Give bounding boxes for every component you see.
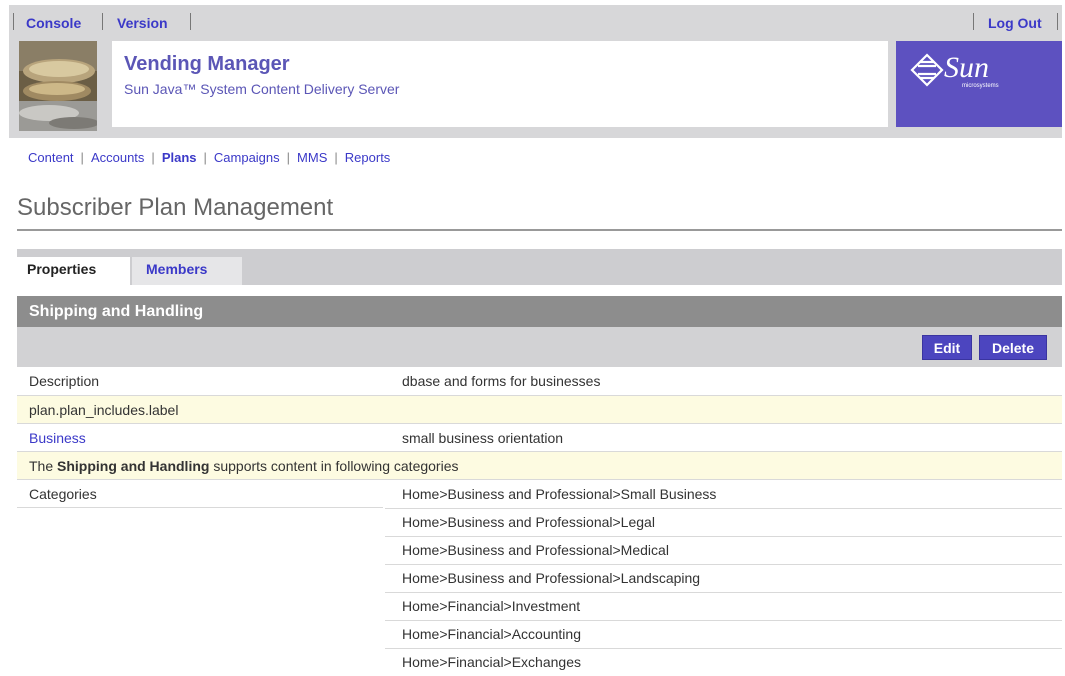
delete-button[interactable]: Delete <box>979 335 1047 360</box>
nav-campaigns[interactable]: Campaigns <box>214 150 280 165</box>
divider <box>190 13 191 30</box>
category-item: Home>Business and Professional>Small Bus… <box>402 486 717 502</box>
category-item: Home>Financial>Exchanges <box>402 654 581 670</box>
page-title: Subscriber Plan Management <box>17 194 334 221</box>
description-label: Description <box>29 373 100 389</box>
description-value: dbase and forms for businesses <box>402 373 601 389</box>
supports-row: The Shipping and Handling supports conte… <box>17 452 1062 480</box>
categories-label: Categories <box>29 486 97 502</box>
top-banner: Console Version Log Out Vending Manager … <box>9 5 1062 138</box>
categories-row: Categories <box>17 480 383 508</box>
category-item: Home>Financial>Accounting <box>402 626 581 642</box>
sun-wordmark: Sun <box>944 51 989 84</box>
edit-button[interactable]: Edit <box>922 335 972 360</box>
app-title: Vending Manager <box>124 53 290 75</box>
sun-subtext: microsystems <box>962 83 999 89</box>
section-toolbar: Edit Delete <box>17 327 1062 367</box>
divider <box>17 507 383 508</box>
nav-accounts[interactable]: Accounts <box>91 150 144 165</box>
tab-members[interactable]: Members <box>132 257 242 285</box>
sun-logo: Sun microsystems <box>896 41 1062 127</box>
category-item: Home>Business and Professional>Landscapi… <box>402 570 701 586</box>
divider <box>13 13 14 30</box>
divider <box>973 13 974 30</box>
nav-reports[interactable]: Reports <box>345 150 391 165</box>
category-item: Home>Business and Professional>Medical <box>402 542 669 558</box>
sun-diamond-icon <box>910 53 944 87</box>
supports-suffix: supports content in following categories <box>213 458 459 474</box>
tab-bar: Properties Members <box>17 249 1062 285</box>
coins-banner-image <box>19 41 97 131</box>
app-subtitle: Sun Java™ System Content Delivery Server <box>124 81 400 97</box>
business-link[interactable]: Business <box>29 424 86 452</box>
category-item: Home>Business and Professional>Legal <box>402 514 655 530</box>
divider <box>1057 13 1058 30</box>
nav-mms[interactable]: MMS <box>297 150 327 165</box>
masthead: Vending Manager Sun Java™ System Content… <box>112 41 888 127</box>
console-link[interactable]: Console <box>26 15 81 31</box>
logout-link[interactable]: Log Out <box>988 15 1042 31</box>
supports-plan-name: Shipping and Handling <box>57 458 210 474</box>
category-item: Home>Financial>Investment <box>402 598 581 614</box>
nav-content[interactable]: Content <box>28 150 74 165</box>
divider <box>102 13 103 30</box>
top-links: Console Version Log Out <box>9 5 1062 41</box>
nav-plans[interactable]: Plans <box>162 150 197 165</box>
main-nav: Content | Accounts | Plans | Campaigns | MMS | Rep… <box>28 150 391 165</box>
supports-text: The Shipping and Handling supports conte… <box>29 452 459 480</box>
includes-label: plan.plan_includes.label <box>29 402 179 418</box>
supports-prefix: The <box>29 458 54 474</box>
section-title: Shipping and Handling <box>17 296 1062 327</box>
description-row: Description dbase and forms for business… <box>17 367 1062 395</box>
tab-properties[interactable]: Properties <box>17 257 130 285</box>
version-link[interactable]: Version <box>117 15 168 31</box>
business-value: small business orientation <box>402 430 564 446</box>
includes-row: plan.plan_includes.label <box>17 396 1062 424</box>
business-row: Business small business orientation <box>17 424 1062 452</box>
title-divider <box>17 229 1062 231</box>
